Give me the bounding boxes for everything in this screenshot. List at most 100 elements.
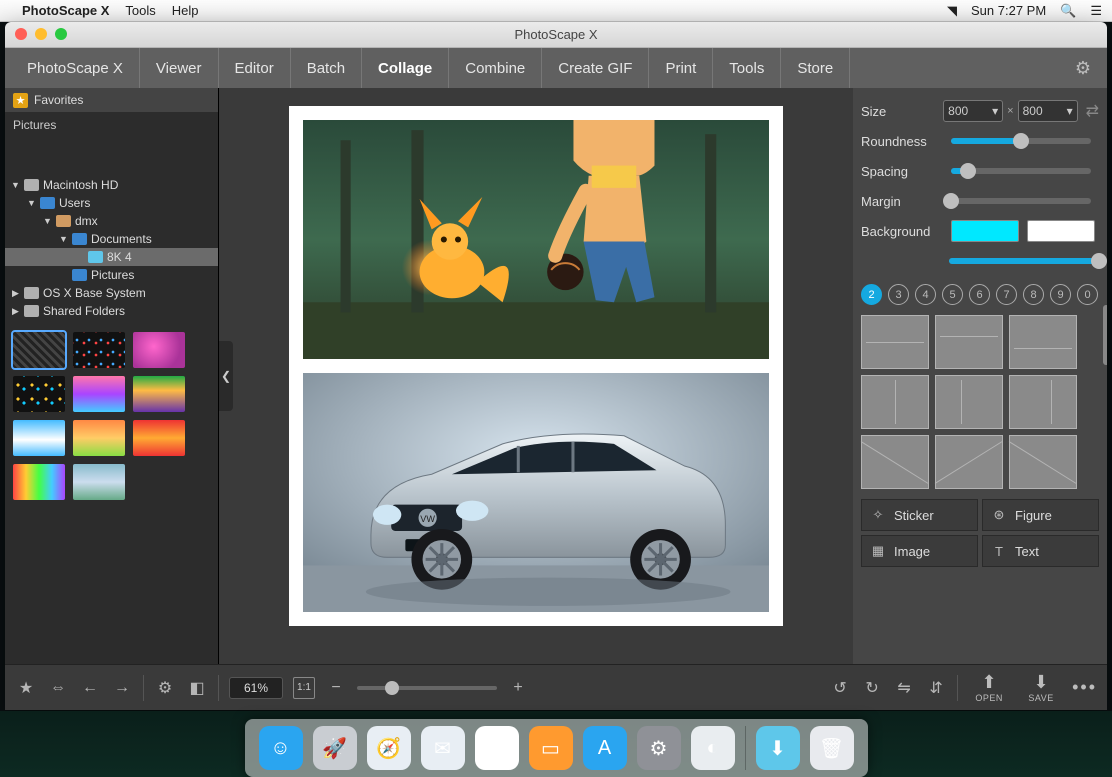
- tree-node[interactable]: ▼Users: [5, 194, 218, 212]
- sidebar-pictures-label[interactable]: Pictures: [5, 112, 218, 138]
- roundness-slider[interactable]: [951, 138, 1091, 144]
- layout-template[interactable]: [861, 375, 929, 429]
- spotlight-icon[interactable]: 🔍: [1060, 3, 1076, 19]
- collage-canvas[interactable]: VW ABT: [289, 106, 783, 626]
- layout-template[interactable]: [861, 435, 929, 489]
- thumbnail[interactable]: [133, 420, 185, 456]
- thumbnail[interactable]: [73, 332, 125, 368]
- layout-template[interactable]: [861, 315, 929, 369]
- zoom-fit-button[interactable]: 1:1: [293, 677, 315, 699]
- dock-app-downloads[interactable]: ⬇: [756, 726, 800, 770]
- gear-icon[interactable]: ⚙: [154, 678, 176, 698]
- margin-slider[interactable]: [951, 198, 1091, 204]
- tree-node[interactable]: ▼Macintosh HD: [5, 176, 218, 194]
- tab-viewer[interactable]: Viewer: [140, 48, 219, 88]
- layout-count-3[interactable]: 3: [888, 284, 909, 305]
- zoom-display[interactable]: 61%: [229, 677, 283, 699]
- dock-app-launchpad[interactable]: 🚀: [313, 726, 357, 770]
- open-button[interactable]: ⬆OPEN: [968, 673, 1010, 703]
- thumbnail[interactable]: [73, 464, 125, 500]
- thumbnail[interactable]: [13, 376, 65, 412]
- layout-template[interactable]: [1009, 435, 1077, 489]
- tab-creategif[interactable]: Create GIF: [542, 48, 649, 88]
- layout-count-8[interactable]: 8: [1023, 284, 1044, 305]
- tree-node[interactable]: ▼Documents: [5, 230, 218, 248]
- save-button[interactable]: ⬇SAVE: [1020, 673, 1062, 703]
- sticker-button[interactable]: ✧Sticker: [861, 499, 978, 531]
- tab-editor[interactable]: Editor: [219, 48, 291, 88]
- sidebar-collapse-handle[interactable]: ❮: [219, 341, 233, 411]
- notification-center-icon[interactable]: ☰: [1090, 3, 1102, 19]
- dock-app-finder[interactable]: ☺: [259, 726, 303, 770]
- zoom-in-icon[interactable]: +: [507, 679, 529, 697]
- tree-node[interactable]: ▶Shared Folders: [5, 302, 218, 320]
- settings-gear-icon[interactable]: ⚙: [1075, 58, 1091, 79]
- layout-template[interactable]: [935, 375, 1003, 429]
- layout-count-6[interactable]: 6: [969, 284, 990, 305]
- menubar-app-name[interactable]: PhotoScape X: [22, 3, 109, 18]
- tab-store[interactable]: Store: [781, 48, 850, 88]
- dock-app-safari[interactable]: 🧭: [367, 726, 411, 770]
- tab-combine[interactable]: Combine: [449, 48, 542, 88]
- layout-template[interactable]: [1009, 315, 1077, 369]
- layout-template[interactable]: [1009, 375, 1077, 429]
- window-minimize-button[interactable]: [35, 28, 47, 40]
- layout-template[interactable]: [935, 315, 1003, 369]
- thumbnail[interactable]: [13, 332, 65, 368]
- tab-print[interactable]: Print: [649, 48, 713, 88]
- layout-count-2[interactable]: 2: [861, 284, 882, 305]
- forward-arrow-icon[interactable]: →: [111, 679, 133, 697]
- layout-count-9[interactable]: 9: [1050, 284, 1071, 305]
- tree-node[interactable]: 8K 4: [5, 248, 218, 266]
- layout-count-5[interactable]: 5: [942, 284, 963, 305]
- thumbnail[interactable]: [73, 376, 125, 412]
- thumbnail[interactable]: [13, 464, 65, 500]
- window-maximize-button[interactable]: [55, 28, 67, 40]
- more-options-icon[interactable]: •••: [1072, 677, 1097, 698]
- tree-node[interactable]: ▶OS X Base System: [5, 284, 218, 302]
- dock-app-photoscape[interactable]: ◐: [691, 726, 735, 770]
- menubar-help[interactable]: Help: [172, 3, 199, 18]
- background-slider[interactable]: [949, 258, 1099, 264]
- tree-node[interactable]: ▼dmx: [5, 212, 218, 230]
- flip-horizontal-icon[interactable]: ⇋: [893, 678, 915, 698]
- bg-color-swatch-2[interactable]: [1027, 220, 1095, 242]
- dock-app-itunes[interactable]: ♫: [475, 726, 519, 770]
- tab-batch[interactable]: Batch: [291, 48, 362, 88]
- collage-slot-2[interactable]: VW ABT: [303, 373, 769, 612]
- menubar-clock[interactable]: Sun 7:27 PM: [971, 3, 1046, 18]
- thumbnail[interactable]: [133, 332, 185, 368]
- rotate-left-icon[interactable]: ↺: [829, 678, 851, 698]
- dock-app-ibooks[interactable]: ▭: [529, 726, 573, 770]
- thumbnail[interactable]: [133, 376, 185, 412]
- menubar-status-icon[interactable]: ◥: [947, 3, 957, 19]
- dock-app-mail[interactable]: ✉: [421, 726, 465, 770]
- thumbnail[interactable]: [73, 420, 125, 456]
- width-select[interactable]: 800▾: [943, 100, 1003, 122]
- dock-app-appstore[interactable]: A: [583, 726, 627, 770]
- rotate-right-icon[interactable]: ↻: [861, 678, 883, 698]
- image-button[interactable]: ▦Image: [861, 535, 978, 567]
- layout-count-0[interactable]: 0: [1077, 284, 1098, 305]
- dock-app-trash[interactable]: 🗑: [810, 726, 854, 770]
- flip-vertical-icon[interactable]: ⇵: [925, 678, 947, 698]
- menubar-tools[interactable]: Tools: [125, 3, 155, 18]
- height-select[interactable]: 800▾: [1018, 100, 1078, 122]
- zoom-out-icon[interactable]: −: [325, 679, 347, 697]
- window-close-button[interactable]: [15, 28, 27, 40]
- layout-count-4[interactable]: 4: [915, 284, 936, 305]
- tree-node[interactable]: Pictures: [5, 266, 218, 284]
- spacing-slider[interactable]: [951, 168, 1091, 174]
- swap-dimensions-icon[interactable]: ⇄: [1086, 101, 1099, 121]
- figure-button[interactable]: ⊛Figure: [982, 499, 1099, 531]
- dock-app-settings[interactable]: ⚙: [637, 726, 681, 770]
- tab-collage[interactable]: Collage: [362, 48, 449, 88]
- zoom-slider[interactable]: [357, 686, 497, 690]
- layout-template[interactable]: [935, 435, 1003, 489]
- favorites-header[interactable]: ★ Favorites: [5, 88, 218, 112]
- bg-color-swatch-1[interactable]: [951, 220, 1019, 242]
- compare-icon[interactable]: ◧: [186, 678, 208, 698]
- collage-slot-1[interactable]: [303, 120, 769, 359]
- canvas-area[interactable]: ❮: [219, 88, 853, 664]
- favorite-star-icon[interactable]: ★: [15, 678, 37, 698]
